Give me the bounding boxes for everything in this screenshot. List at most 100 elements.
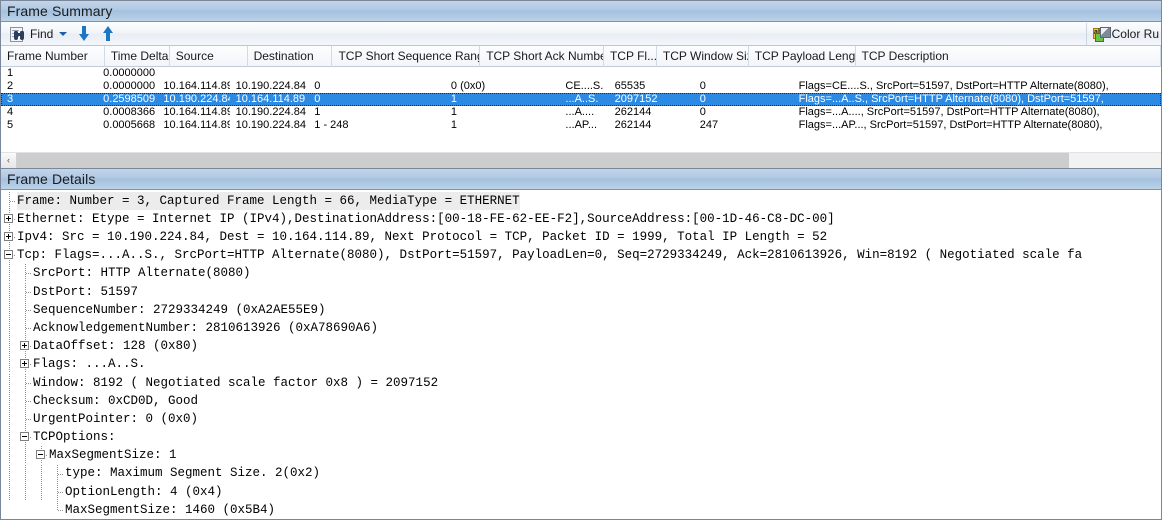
cell-1: 0.0000000 bbox=[103, 80, 156, 92]
column-header-0[interactable]: Frame Number bbox=[1, 46, 105, 67]
cell-8: 0 bbox=[699, 106, 706, 118]
tree-collapse-icon[interactable] bbox=[17, 428, 33, 447]
tree-expand-icon[interactable] bbox=[1, 209, 17, 228]
tree-node[interactable]: Tcp: Flags=...A..S., SrcPort=HTTP Altern… bbox=[1, 246, 1161, 265]
column-header-6[interactable]: TCP Fl... bbox=[604, 46, 657, 67]
chevron-down-icon[interactable] bbox=[59, 31, 68, 36]
cell-3 bbox=[230, 67, 309, 80]
cell-3: 10.190.224.84 bbox=[235, 80, 306, 92]
tree-node-label: Flags: ...A..S. bbox=[33, 357, 146, 372]
cell-7: 65535 bbox=[614, 80, 646, 92]
tree-node-label: DataOffset: 128 (0x80) bbox=[33, 339, 199, 354]
tree-node[interactable]: Flags: ...A..S. bbox=[1, 355, 1161, 374]
cell-3: 10.190.224.84 bbox=[235, 106, 306, 118]
tree-leaf-icon bbox=[17, 282, 33, 301]
tree-node-label: DstPort: 51597 bbox=[33, 284, 139, 299]
tree-leaf-icon bbox=[49, 464, 65, 483]
arrow-down-icon bbox=[78, 26, 90, 41]
tree-node-label: Ipv4: Src = 10.190.224.84, Dest = 10.164… bbox=[17, 230, 828, 244]
table-row[interactable]: 2 0.0000000 10.164.114.89 10.190.224.84 0 0 (… bbox=[1, 80, 1161, 93]
tree-node[interactable]: SrcPort: HTTP Alternate(8080) bbox=[1, 264, 1161, 283]
tree-indent-guide bbox=[33, 501, 49, 519]
column-header-5[interactable]: TCP Short Ack Number bbox=[480, 46, 604, 67]
cell-0: 5 bbox=[7, 119, 14, 131]
tree-expand-icon[interactable] bbox=[17, 337, 33, 356]
column-header-8[interactable]: TCP Payload Length bbox=[749, 46, 856, 67]
tree-expand-icon[interactable] bbox=[17, 355, 33, 374]
frame-details-title: Frame Details bbox=[1, 168, 1161, 190]
tree-node-label: Checksum: 0xCD0D, Good bbox=[33, 393, 199, 408]
tree-expand-icon[interactable] bbox=[1, 228, 17, 247]
table-row[interactable]: 4 0.0008366 10.164.114.89 10.190.224.84 1 1..… bbox=[1, 106, 1161, 119]
cell-5 bbox=[445, 67, 560, 80]
column-header-1[interactable]: Time Delta bbox=[105, 46, 170, 67]
tree-node[interactable]: DstPort: 51597 bbox=[1, 282, 1161, 301]
cell-8: 0 bbox=[699, 93, 706, 105]
tree-node[interactable]: UrgentPointer: 0 (0x0) bbox=[1, 409, 1161, 428]
cell-8 bbox=[694, 67, 793, 80]
cell-8: 247 bbox=[699, 119, 719, 131]
cell-6: ...A.... bbox=[565, 106, 595, 118]
tree-node[interactable]: AcknowledgementNumber: 2810613926 (0xA78… bbox=[1, 319, 1161, 338]
column-header-2[interactable]: Source bbox=[170, 46, 248, 67]
tree-node[interactable]: Ethernet: Etype = Internet IP (IPv4),Des… bbox=[1, 209, 1161, 228]
find-previous-button[interactable] bbox=[96, 23, 120, 45]
tree-collapse-icon[interactable] bbox=[1, 246, 17, 265]
frame-summary-rows[interactable]: 1 0.0000000 2 0.0000000 10.164.114.89 10.190.… bbox=[1, 67, 1161, 152]
tree-node[interactable]: Checksum: 0xCD0D, Good bbox=[1, 391, 1161, 410]
cell-0: 1 bbox=[7, 67, 14, 79]
cell-2 bbox=[157, 67, 229, 80]
cell-9: Flags=CE....S., SrcPort=51597, DstPort=H… bbox=[798, 80, 1109, 92]
table-row[interactable]: 3 0.2598509 10.190.224.84 10.164.114.89 0 1..… bbox=[1, 93, 1161, 106]
hscroll-left-button[interactable]: ‹ bbox=[1, 152, 17, 168]
tree-node[interactable]: SequenceNumber: 2729334249 (0xA2AE55E9) bbox=[1, 300, 1161, 319]
tree-node[interactable]: DataOffset: 128 (0x80) bbox=[1, 337, 1161, 356]
tree-node[interactable]: TCPOptions: bbox=[1, 428, 1161, 447]
tree-node-label: MaxSegmentSize: 1 bbox=[49, 448, 177, 463]
tree-node[interactable]: Ipv4: Src = 10.190.224.84, Dest = 10.164… bbox=[1, 228, 1161, 247]
column-header-3[interactable]: Destination bbox=[248, 46, 333, 67]
cell-6 bbox=[559, 67, 608, 80]
tree-node-label: SequenceNumber: 2729334249 (0xA2AE55E9) bbox=[33, 302, 326, 317]
frame-details-tree[interactable]: Frame: Number = 3, Captured Frame Length… bbox=[1, 189, 1161, 519]
hscroll-thumb[interactable] bbox=[17, 152, 1070, 168]
tree-indent-guide bbox=[1, 373, 17, 392]
find-next-button[interactable] bbox=[72, 23, 96, 45]
network-monitor-window: Frame Summary Find Color Ru Frame Number… bbox=[0, 0, 1162, 520]
tree-node[interactable]: MaxSegmentSize: 1 bbox=[1, 446, 1161, 465]
column-header-7[interactable]: TCP Window Size bbox=[657, 46, 749, 67]
color-rules-button[interactable]: ab Color Ru bbox=[1085, 23, 1159, 45]
tree-node[interactable]: Frame: Number = 3, Captured Frame Length… bbox=[1, 191, 1161, 210]
cell-1: 0.2598509 bbox=[103, 93, 156, 105]
tree-indent-guide bbox=[33, 464, 49, 483]
tree-leaf-icon bbox=[1, 191, 17, 210]
tree-node[interactable]: MaxSegmentSize: 1460 (0x5B4) bbox=[1, 500, 1161, 519]
cell-5: 0 (0x0) bbox=[450, 80, 486, 92]
cell-2: 10.190.224.84 bbox=[163, 93, 230, 105]
tree-node-label: SrcPort: HTTP Alternate(8080) bbox=[33, 266, 251, 281]
tree-indent-guide bbox=[1, 337, 17, 356]
tree-indent-guide bbox=[1, 464, 17, 483]
table-row[interactable]: 5 0.0005668 10.164.114.89 10.190.224.84 1 - … bbox=[1, 119, 1161, 132]
tree-node[interactable]: OptionLength: 4 (0x4) bbox=[1, 482, 1161, 501]
tree-leaf-icon bbox=[17, 373, 33, 392]
tree-indent-guide bbox=[1, 446, 17, 465]
tree-indent-guide bbox=[1, 482, 17, 501]
cell-5: 1 bbox=[450, 93, 458, 105]
cell-2: 10.164.114.89 bbox=[163, 106, 230, 118]
column-header-4[interactable]: TCP Short Sequence Range bbox=[332, 46, 481, 67]
tree-node[interactable]: Window: 8192 ( Negotiated scale factor 0… bbox=[1, 373, 1161, 392]
find-button[interactable]: Find bbox=[5, 23, 72, 45]
color-rules-icon: ab bbox=[1092, 27, 1111, 42]
cell-4: 1 - 248 bbox=[314, 119, 349, 131]
frame-summary-hscrollbar[interactable]: ‹ bbox=[1, 151, 1161, 168]
tree-collapse-icon[interactable] bbox=[33, 446, 49, 465]
tree-indent-guide bbox=[1, 355, 17, 374]
column-header-9[interactable]: TCP Description bbox=[856, 46, 1161, 67]
tree-indent-guide bbox=[1, 409, 17, 428]
cell-4: 0 bbox=[314, 80, 321, 92]
table-row[interactable]: 1 0.0000000 bbox=[1, 67, 1161, 80]
tree-node[interactable]: type: Maximum Segment Size. 2(0x2) bbox=[1, 464, 1161, 483]
tree-node-label: Frame: Number = 3, Captured Frame Length… bbox=[17, 191, 520, 210]
hscroll-track[interactable] bbox=[17, 152, 1161, 168]
